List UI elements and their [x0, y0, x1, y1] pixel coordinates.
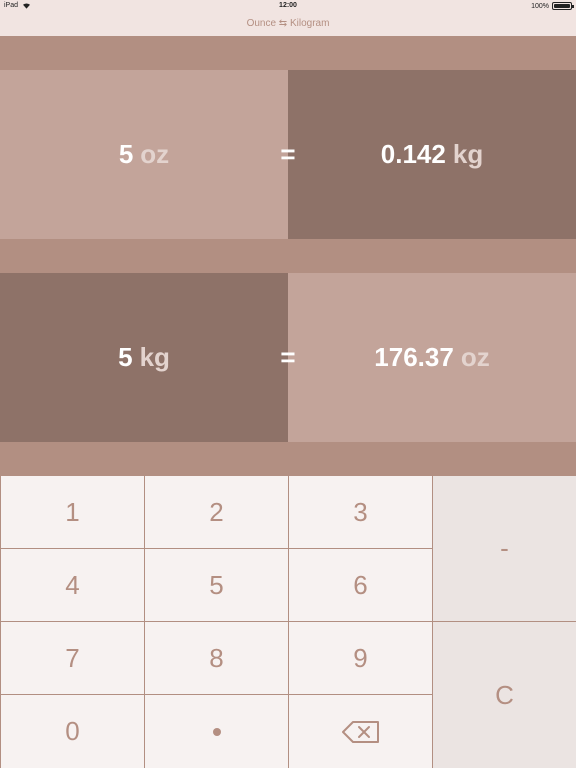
- backspace-button[interactable]: [289, 695, 432, 768]
- band-bottom: [0, 442, 576, 475]
- page-title: Ounce ⇆ Kilogram: [246, 18, 330, 29]
- output-value-2: 176.37: [374, 342, 454, 372]
- input-value-2: 5: [118, 342, 133, 372]
- band-top: [0, 36, 576, 70]
- output-cell-1: 0.142 kg: [288, 70, 576, 239]
- keypad: 1 2 3 4 5 6 7 8 9 0 - C: [0, 475, 576, 768]
- minus-button[interactable]: -: [433, 476, 576, 621]
- conversion-row-2: 5 kg 176.37 oz =: [0, 273, 576, 442]
- key-8[interactable]: 8: [145, 622, 288, 694]
- equals-sign-2: =: [280, 342, 296, 372]
- status-bar: iPad 12:00 100%: [0, 0, 576, 12]
- equals-sign-1: =: [280, 139, 296, 169]
- input-cell-2[interactable]: 5 kg: [0, 273, 288, 442]
- key-3[interactable]: 3: [289, 476, 432, 548]
- key-0[interactable]: 0: [1, 695, 144, 768]
- battery-percent: 100%: [531, 2, 549, 10]
- key-1[interactable]: 1: [1, 476, 144, 548]
- band-middle: [0, 239, 576, 273]
- output-value-1: 0.142: [380, 139, 446, 169]
- key-7[interactable]: 7: [1, 622, 144, 694]
- backspace-icon: [341, 720, 379, 743]
- battery-fill: [554, 4, 570, 8]
- input-cell-1[interactable]: 5 oz: [0, 70, 288, 239]
- conversion-row-1: 5 oz 0.142 kg =: [0, 70, 576, 239]
- key-2[interactable]: 2: [145, 476, 288, 548]
- battery-icon: [552, 2, 574, 10]
- decimal-point-icon: [212, 727, 221, 736]
- output-unit-2: oz: [460, 342, 490, 372]
- output-unit-1: kg: [452, 139, 484, 169]
- nav-bar: Ounce ⇆ Kilogram: [0, 12, 576, 36]
- key-9[interactable]: 9: [289, 622, 432, 694]
- input-unit-1: oz: [140, 139, 170, 169]
- status-right: 100%: [531, 2, 574, 10]
- key-6[interactable]: 6: [289, 549, 432, 621]
- input-value-1: 5: [118, 139, 134, 169]
- output-cell-2: 176.37 oz: [288, 273, 576, 442]
- decimal-button[interactable]: [145, 695, 288, 768]
- input-unit-2: kg: [139, 342, 170, 372]
- clear-button[interactable]: C: [433, 622, 576, 768]
- key-5[interactable]: 5: [145, 549, 288, 621]
- status-time: 12:00: [279, 2, 297, 9]
- key-4[interactable]: 4: [1, 549, 144, 621]
